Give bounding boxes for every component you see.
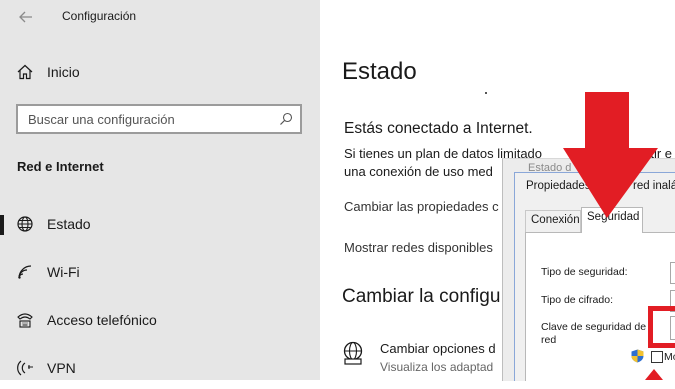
red-arrow-annotation — [563, 92, 658, 218]
show-characters-label: Mo — [664, 351, 675, 363]
sidebar-item-vpn[interactable]: VPN — [0, 349, 320, 389]
wifi-icon — [16, 263, 34, 281]
sidebar-item-label: VPN — [47, 360, 76, 376]
connection-status-heading: Estás conectado a Internet. — [344, 120, 533, 137]
encryption-type-label: Tipo de cifrado: — [541, 294, 613, 306]
change-adapter-options-link[interactable]: Cambiar opciones d — [380, 341, 496, 356]
sidebar-item-wifi[interactable]: Wi-Fi — [0, 253, 320, 293]
change-settings-heading: Cambiar la configu — [342, 286, 501, 307]
vpn-icon — [16, 359, 34, 377]
security-key-label-line2: red — [541, 334, 557, 346]
sidebar-item-label: Acceso telefónico — [47, 312, 157, 328]
security-type-select[interactable] — [670, 262, 675, 284]
dialup-icon — [16, 311, 34, 329]
sidebar-item-dialup[interactable]: Acceso telefónico — [0, 301, 320, 341]
change-adapter-options-description: Visualiza los adaptad — [380, 360, 494, 374]
home-icon — [16, 63, 34, 81]
network-adapter-icon — [342, 341, 364, 365]
globe-icon — [16, 215, 34, 233]
security-type-label: Tipo de seguridad: — [541, 266, 628, 278]
back-arrow-icon — [19, 11, 32, 23]
sidebar-item-label: Wi-Fi — [47, 264, 80, 280]
data-plan-description-line2: una conexión de uso med — [344, 164, 493, 179]
sidebar-item-home[interactable]: Inicio — [0, 53, 320, 93]
search-placeholder: Buscar una configuración — [28, 112, 175, 127]
show-characters-checkbox[interactable] — [651, 351, 663, 363]
search-input[interactable]: Buscar una configuración — [16, 104, 302, 134]
red-highlight-box — [648, 306, 675, 348]
change-connection-properties-link[interactable]: Cambiar las propiedades c — [344, 199, 499, 214]
red-arrow-annotation-partial — [645, 369, 663, 380]
page-title: Estado — [342, 58, 417, 85]
sidebar-item-estado[interactable]: Estado — [0, 205, 320, 245]
search-icon — [278, 111, 294, 127]
security-key-label: Clave de seguridad de — [541, 321, 647, 333]
sidebar-item-label: Estado — [47, 216, 91, 232]
settings-sidebar: Configuración Inicio Buscar una configur… — [0, 0, 320, 380]
app-title: Configuración — [62, 9, 137, 23]
show-available-networks-link[interactable]: Mostrar redes disponibles — [344, 240, 493, 255]
section-heading: Red e Internet — [17, 159, 104, 174]
status-graphic-fragment — [485, 92, 487, 94]
uac-shield-icon — [631, 349, 644, 363]
back-button[interactable] — [14, 6, 38, 28]
sidebar-item-label: Inicio — [47, 64, 80, 80]
